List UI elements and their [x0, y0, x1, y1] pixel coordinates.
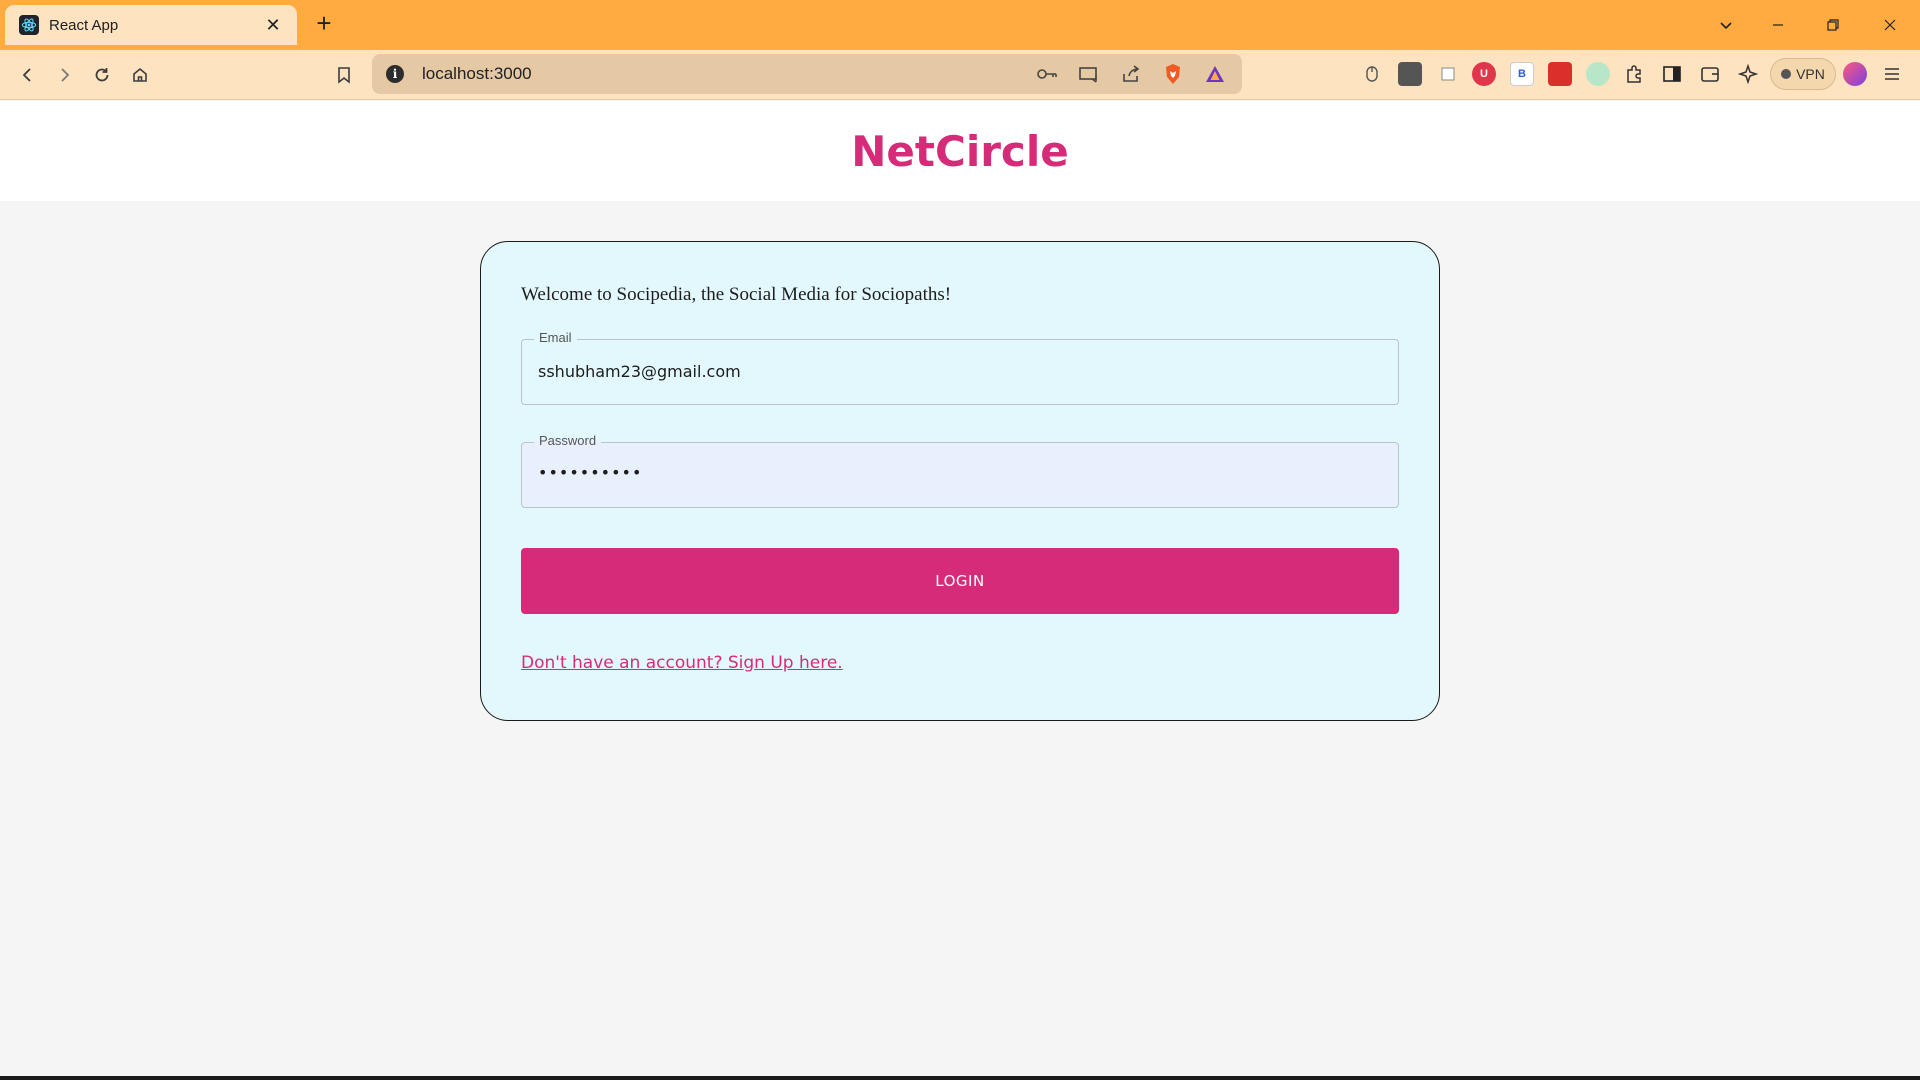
vpn-status-icon: [1781, 69, 1792, 79]
share-icon[interactable]: [1118, 61, 1144, 87]
browser-tab[interactable]: React App ✕: [5, 5, 297, 45]
address-bar[interactable]: i localhost:3000: [372, 54, 1242, 94]
info-icon[interactable]: i: [386, 65, 404, 83]
minimize-icon[interactable]: [1760, 10, 1796, 40]
brave-shield-icon[interactable]: [1160, 61, 1186, 87]
welcome-text: Welcome to Socipedia, the Social Media f…: [521, 284, 952, 305]
ublock-extension-icon[interactable]: U: [1472, 62, 1496, 86]
wallet-icon[interactable]: [1698, 62, 1722, 86]
browser-title-bar: React App ✕ +: [0, 0, 1920, 50]
app-header: NetCircle: [0, 101, 1920, 201]
red-extension-icon[interactable]: [1548, 62, 1572, 86]
b-extension-icon[interactable]: B: [1510, 62, 1534, 86]
mouse-extension-icon[interactable]: [1360, 62, 1384, 86]
new-tab-icon[interactable]: +: [310, 10, 338, 38]
puzzle-white-extension-icon[interactable]: [1436, 62, 1460, 86]
brand-logo[interactable]: NetCircle: [851, 127, 1068, 176]
login-card: Welcome to Socipedia, the Social Media f…: [480, 241, 1440, 721]
vpn-button[interactable]: VPN: [1770, 58, 1836, 90]
password-input[interactable]: ••••••••••: [538, 463, 642, 482]
reload-icon[interactable]: [86, 60, 118, 90]
tab-manager-extension-icon[interactable]: [1398, 62, 1422, 86]
login-button[interactable]: LOGIN: [521, 548, 1399, 614]
tab-search-chevron-icon[interactable]: [1708, 10, 1744, 40]
email-input[interactable]: sshubham23@gmail.com: [538, 362, 741, 381]
rewards-icon[interactable]: [1202, 61, 1228, 87]
profile-icon[interactable]: [1843, 62, 1867, 86]
url-text[interactable]: localhost:3000: [422, 64, 1034, 84]
back-icon[interactable]: [12, 60, 44, 90]
email-field[interactable]: Email sshubham23@gmail.com: [521, 330, 1399, 405]
restore-icon[interactable]: [1815, 10, 1851, 40]
key-icon[interactable]: [1034, 61, 1060, 87]
tab-title: React App: [49, 16, 119, 34]
cast-icon[interactable]: [1076, 61, 1102, 87]
password-label: Password: [534, 433, 602, 448]
vpn-label: VPN: [1796, 66, 1825, 82]
home-icon[interactable]: [124, 60, 156, 90]
green-extension-icon[interactable]: [1586, 62, 1610, 86]
leo-icon[interactable]: [1736, 62, 1760, 86]
menu-icon[interactable]: [1880, 62, 1904, 86]
taskbar-edge: [0, 1076, 1920, 1080]
close-window-icon[interactable]: [1872, 10, 1908, 40]
bookmark-icon[interactable]: [328, 60, 360, 90]
sidebar-icon[interactable]: [1660, 62, 1684, 86]
signup-link[interactable]: Don't have an account? Sign Up here.: [521, 653, 843, 673]
extensions-icon[interactable]: [1622, 62, 1646, 86]
forward-icon[interactable]: [48, 60, 80, 90]
password-field[interactable]: Password ••••••••••: [521, 433, 1399, 508]
email-label: Email: [534, 330, 577, 345]
react-logo-icon: [19, 15, 39, 35]
close-tab-icon[interactable]: ✕: [263, 15, 283, 36]
